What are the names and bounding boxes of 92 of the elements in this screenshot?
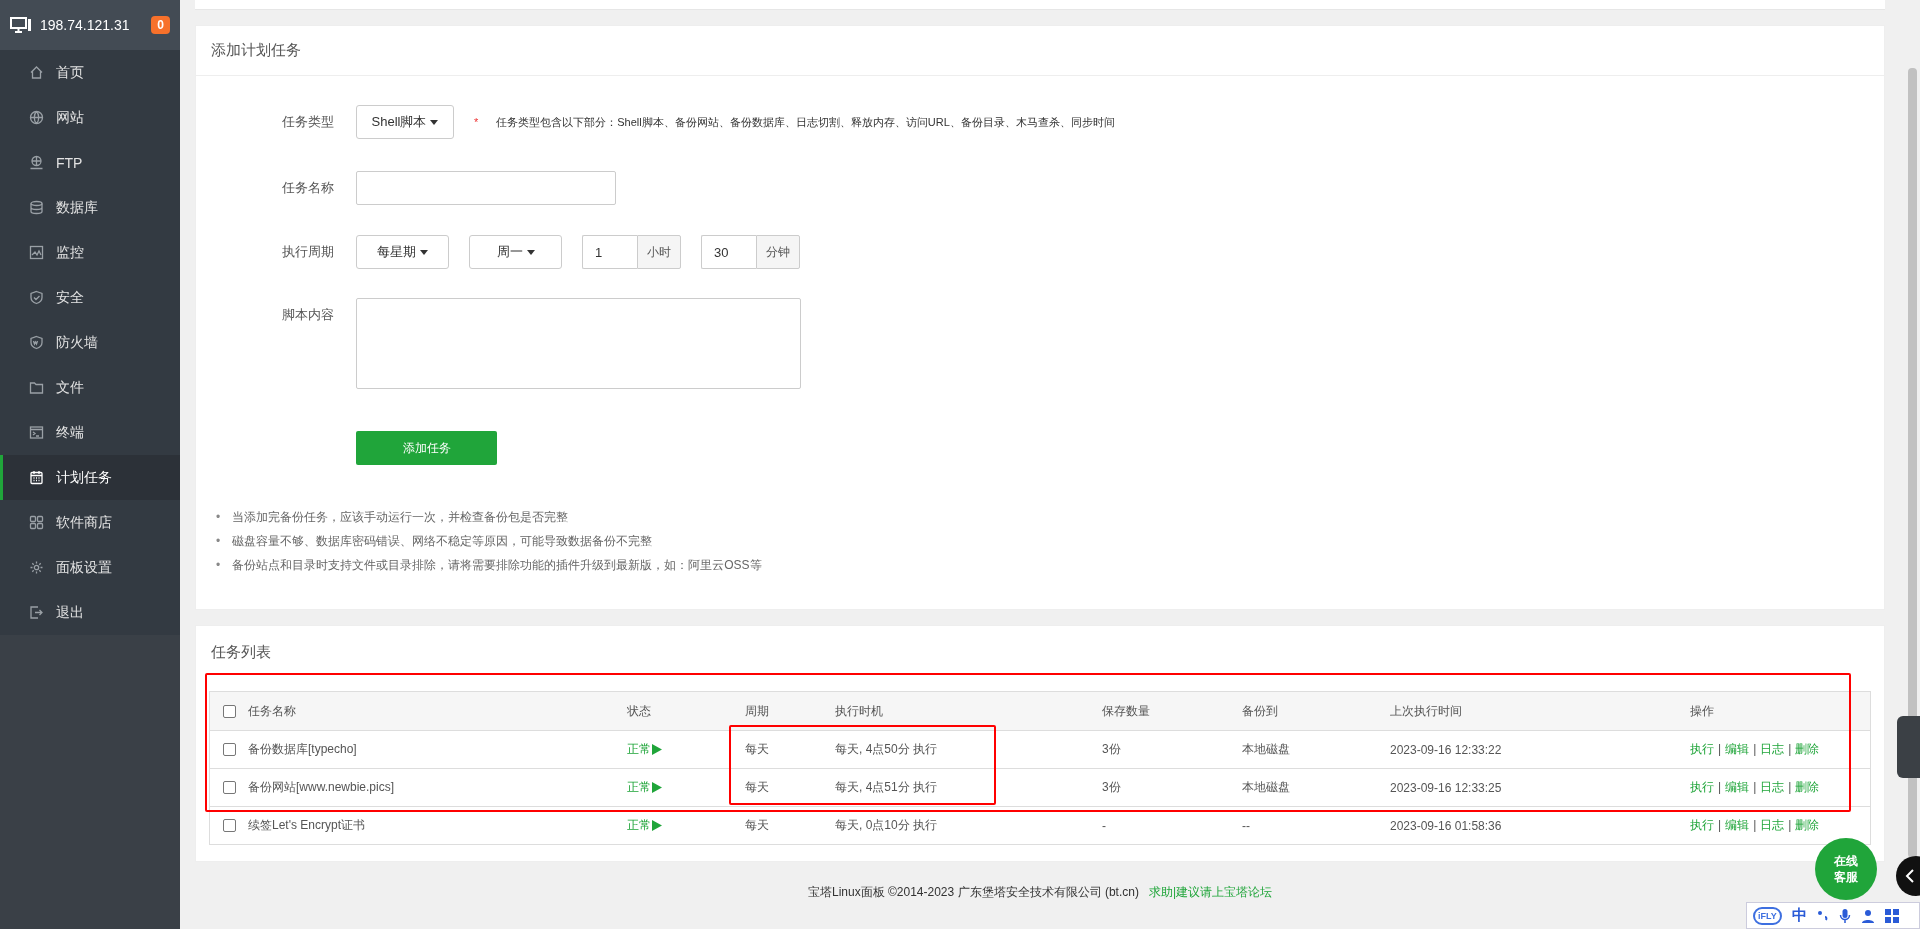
table-cell-text: 每天, 4点50分 执行 (835, 741, 939, 758)
action-link[interactable]: 日志 (1760, 818, 1785, 832)
action-link[interactable]: 执行 (1690, 818, 1714, 832)
separator: | (1753, 780, 1757, 794)
sidebar-item[interactable]: 面板设置 (0, 545, 180, 590)
card-title: 添加计划任务 (211, 41, 301, 60)
notification-count[interactable]: 0 (151, 16, 170, 34)
column-header: 上次执行时间 (1390, 702, 1463, 720)
sidebar-item[interactable]: 软件商店 (0, 500, 180, 545)
table-cell-text: 备份网站[www.newbie.pics] (248, 779, 396, 796)
table-cell-text: 每天, 4点51分 执行 (835, 779, 939, 796)
unit-label: 分钟 (756, 235, 800, 269)
field-label: 脚本内容 (281, 306, 335, 324)
unit-label: 小时 (637, 235, 681, 269)
sidebar-item[interactable]: 网站 (0, 95, 180, 140)
column-header: 保存数量 (1102, 702, 1151, 720)
separator: | (1718, 818, 1722, 832)
separator: | (1788, 780, 1792, 794)
action-link[interactable]: 编辑 (1725, 742, 1750, 756)
action-link[interactable]: 日志 (1760, 742, 1785, 756)
action-link[interactable]: 执行 (1690, 780, 1714, 794)
table-cell-text: 每天 (745, 779, 770, 796)
task-type-select[interactable]: Shell脚本 (356, 105, 454, 139)
sidebar-item[interactable]: 数据库 (0, 185, 180, 230)
separator: | (1718, 780, 1722, 794)
table-cell-text: 备份数据库[typecho] (248, 741, 358, 758)
table-cell-text: 每天, 0点10分 执行 (835, 817, 939, 834)
table-cell-text: 本地磁盘 (1242, 741, 1291, 758)
action-link[interactable]: 日志 (1760, 780, 1785, 794)
table-cell-text: 2023-09-16 12:33:22 (1390, 742, 1503, 757)
action-link[interactable]: 删除 (1795, 742, 1820, 756)
status-link[interactable]: 正常 (627, 779, 745, 796)
note-text: 备份站点和目录时支持文件或目录排除，请将需要排除功能的插件升级到最新版，如：阿里云OSS等 (232, 557, 762, 573)
table-cell-text: 2023-09-16 12:33:25 (1390, 780, 1503, 795)
forum-link[interactable]: 求助|建议请上宝塔论坛 (1148, 884, 1273, 901)
add-task-button[interactable]: 添加任务 (356, 431, 497, 465)
note-text: 当添加完备份任务，应该手动运行一次，并检查备份包是否完整 (232, 509, 569, 525)
copyright-text: 宝塔Linux面板 ©2014-2023 广东堡塔安全技术有限公司 (bt.cn) (807, 884, 1139, 901)
table-cell-text: - (1102, 818, 1107, 833)
bullet: • (216, 509, 221, 525)
separator: | (1753, 742, 1757, 756)
column-header: 备份到 (1242, 702, 1279, 720)
table-cell-text: 3份 (1102, 741, 1122, 758)
separator: | (1788, 742, 1792, 756)
column-header: 状态 (627, 702, 652, 720)
required-mark: * (474, 115, 479, 130)
sidebar-item[interactable]: 计划任务 (0, 455, 180, 500)
separator: | (1718, 742, 1722, 756)
table-cell-text: 续签Let's Encrypt证书 (248, 817, 366, 834)
action-link[interactable]: 执行 (1690, 742, 1714, 756)
table-cell-text: 3份 (1102, 779, 1122, 796)
status-link[interactable]: 正常 (627, 741, 745, 758)
sidebar-item[interactable]: 文件 (0, 365, 180, 410)
task-type-hint: 任务类型包含以下部分：Shell脚本、备份网站、备份数据库、日志切割、释放内存、访问URL、备份目录、木马查杀、同步时间 (496, 115, 1115, 130)
ime-logo[interactable]: iFLY (1753, 906, 1782, 925)
table-cell-text: 2023-09-16 01:58:36 (1390, 818, 1503, 833)
status-link[interactable]: 正常 (627, 817, 745, 834)
separator: | (1788, 818, 1792, 832)
language-toggle[interactable]: 中 (1791, 906, 1807, 925)
bullet: • (216, 557, 221, 573)
weekday-select[interactable]: 周一 (469, 235, 562, 269)
sidebar-item[interactable]: 首页 (0, 50, 180, 95)
note-text: 磁盘容量不够、数据库密码错误、网络不稳定等原因，可能导致数据备份不完整 (232, 533, 653, 549)
server-address: 198.74.121.31 (40, 17, 131, 33)
field-label: 任务名称 (281, 179, 335, 197)
bullet: • (216, 533, 221, 549)
column-header: 操作 (1690, 702, 1715, 720)
column-header: 周期 (745, 702, 770, 720)
action-link[interactable]: 编辑 (1725, 818, 1750, 832)
card-title: 任务列表 (211, 642, 271, 662)
action-link[interactable]: 删除 (1795, 818, 1820, 832)
period-select[interactable]: 每星期 (356, 235, 449, 269)
sidebar-item[interactable]: 安全 (0, 275, 180, 320)
sidebar-item[interactable]: FTP (0, 140, 180, 185)
hour-field[interactable]: 1 (582, 235, 637, 269)
table-cell-text: 每天 (745, 741, 770, 758)
separator: | (1753, 818, 1757, 832)
field-label: 任务类型 (281, 113, 335, 131)
sidebar-item[interactable]: 退出 (0, 590, 180, 635)
action-link[interactable]: 删除 (1795, 780, 1820, 794)
table-cell-text: 本地磁盘 (1242, 779, 1291, 796)
table-cell-text: -- (1242, 818, 1251, 833)
table-cell-text: 每天 (745, 817, 770, 834)
column-header: 执行时机 (835, 702, 884, 720)
sidebar-item[interactable]: 监控 (0, 230, 180, 275)
action-link[interactable]: 编辑 (1725, 780, 1750, 794)
minute-field[interactable]: 30 (701, 235, 756, 269)
sidebar-item[interactable]: 防火墙 (0, 320, 180, 365)
sidebar-item[interactable]: 终端 (0, 410, 180, 455)
online-service-button[interactable]: 在线 客服 (1815, 838, 1877, 900)
column-header: 任务名称 (248, 702, 297, 720)
field-label: 执行周期 (281, 243, 335, 261)
